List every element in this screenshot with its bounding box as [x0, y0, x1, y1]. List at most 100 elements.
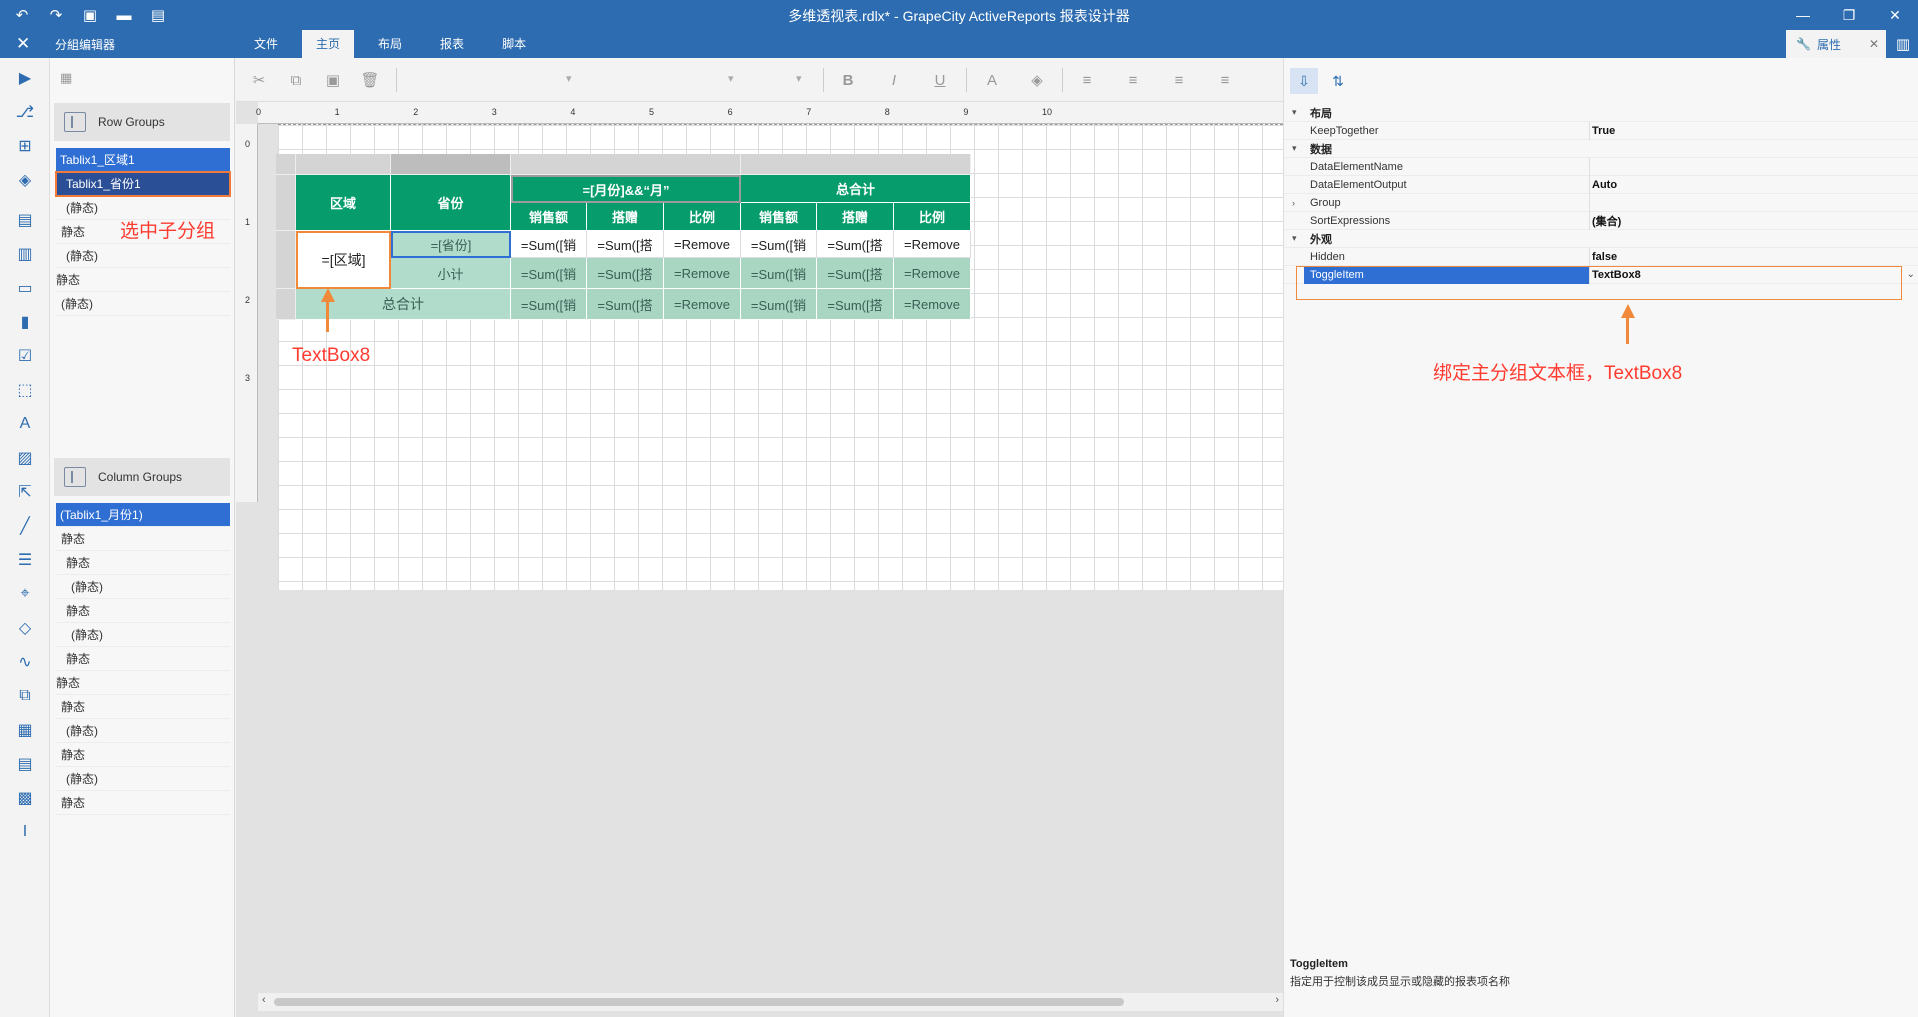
property-row[interactable]: Hidden false — [1284, 248, 1918, 266]
new-file-icon[interactable]: ▣ — [80, 5, 100, 25]
column-group-item[interactable]: (静态) — [56, 575, 230, 599]
column-group-handle[interactable] — [511, 154, 741, 175]
total-ratio[interactable]: =Remove — [664, 289, 741, 320]
italic-icon[interactable]: I — [883, 69, 905, 91]
ratio-cell[interactable]: =Remove — [664, 231, 741, 258]
tab-3[interactable]: 报表 — [426, 30, 478, 58]
delete-icon[interactable]: 🗑 — [359, 69, 381, 91]
tablix[interactable]: 区域 省份 =[月份]&&“月” 总合计 销售额 搭赠 比例 销售额 搭赠 比例… — [276, 154, 971, 320]
tab-properties[interactable]: 🔧 属性 ✕ — [1786, 30, 1886, 58]
column-group-item[interactable]: 静态 — [56, 671, 230, 695]
header-sales[interactable]: 销售额 — [511, 203, 587, 231]
total-sum-gift[interactable]: =Sum([搭 — [817, 289, 894, 320]
scroll-left-icon[interactable]: ‹ — [262, 994, 266, 1006]
header-gift[interactable]: 搭赠 — [817, 203, 894, 231]
horizontal-scrollbar[interactable]: ‹ › — [258, 993, 1283, 1011]
map-tool-icon[interactable]: ⌖ — [13, 582, 37, 606]
tablix-corner-handle[interactable] — [276, 154, 296, 175]
tab-2[interactable]: 布局 — [364, 30, 416, 58]
run-icon[interactable]: ▶ — [13, 66, 37, 90]
checkbox-tool-icon[interactable]: ☑ — [13, 344, 37, 368]
field-list-icon[interactable]: ⊞ — [13, 134, 37, 158]
formatted-text-tool-icon[interactable]: A — [13, 412, 37, 436]
expand-icon[interactable]: › — [1292, 198, 1295, 208]
property-row[interactable]: DataElementName — [1284, 158, 1918, 176]
region-textbox8[interactable]: =[区域] — [296, 231, 391, 289]
subreport-tool-icon[interactable]: ⧉ — [13, 684, 37, 708]
close-group-editor-icon[interactable]: ✕ — [16, 34, 30, 54]
row-handle[interactable] — [276, 231, 296, 289]
save-icon[interactable]: ▤ — [148, 5, 168, 25]
province-cell[interactable]: =[省份] — [391, 231, 511, 258]
sparkline-tool-icon[interactable]: ∿ — [13, 650, 37, 674]
row-group-item[interactable]: (静态) — [56, 292, 230, 316]
column-handle[interactable] — [391, 154, 511, 175]
shape-tool-icon[interactable]: ◇ — [13, 616, 37, 640]
property-value[interactable]: (集合) — [1592, 213, 1621, 229]
input-field-tool-icon[interactable]: ⇱ — [13, 480, 37, 504]
header-grand-total[interactable]: 总合计 — [741, 175, 971, 203]
subtotal-sum-gift[interactable]: =Sum([搭 — [587, 258, 664, 289]
property-row[interactable]: DataElementOutput Auto — [1284, 176, 1918, 194]
property-row[interactable]: KeepTogether True — [1284, 122, 1918, 140]
subtotal-ratio[interactable]: =Remove — [664, 258, 741, 289]
tab-0[interactable]: 文件 — [240, 30, 292, 58]
property-row[interactable]: SortExpressions (集合) — [1284, 212, 1918, 230]
property-value[interactable]: True — [1592, 125, 1615, 137]
container-tool-icon[interactable]: ⬚ — [13, 378, 37, 402]
column-group-item[interactable]: (静态) — [56, 719, 230, 743]
column-group-item[interactable]: 静态 — [56, 527, 230, 551]
header-gift[interactable]: 搭赠 — [587, 203, 664, 231]
column-group-item[interactable]: 静态 — [56, 791, 230, 815]
close-properties-icon[interactable]: ✕ — [1869, 37, 1879, 51]
header-province[interactable]: 省份 — [391, 175, 511, 231]
textbox-tool-icon[interactable]: ▤ — [13, 208, 37, 232]
column-group-item[interactable]: 静态 — [56, 551, 230, 575]
column-group-item[interactable]: (静态) — [56, 767, 230, 791]
restore-icon[interactable]: ❐ — [1826, 0, 1872, 30]
report-explorer-tree-icon[interactable]: ⎇ — [13, 100, 37, 124]
column-group-item[interactable]: 静态 — [56, 695, 230, 719]
property-value[interactable]: Auto — [1592, 179, 1617, 191]
column-group-item[interactable]: 静态 — [56, 599, 230, 623]
header-ratio[interactable]: 比例 — [894, 203, 971, 231]
sum-sales-cell[interactable]: =Sum([销 — [741, 231, 817, 258]
fill-color-icon[interactable]: ◈ — [1026, 69, 1048, 91]
cut-icon[interactable]: ✂ — [248, 69, 270, 91]
line-tool-icon[interactable]: ╱ — [13, 514, 37, 538]
header-ratio[interactable]: 比例 — [664, 203, 741, 231]
justify-icon[interactable]: ≡ — [1214, 69, 1236, 91]
undo-icon[interactable]: ↶ — [12, 5, 32, 25]
column-handle[interactable] — [741, 154, 971, 175]
scroll-right-icon[interactable]: › — [1275, 994, 1279, 1006]
subtotal-ratio[interactable]: =Remove — [894, 258, 971, 289]
property-row[interactable]: › Group — [1284, 194, 1918, 212]
alphabetical-sort-icon[interactable]: ⇅ — [1324, 68, 1352, 94]
total-ratio[interactable]: =Remove — [894, 289, 971, 320]
subtotal-cell[interactable]: 小计 — [391, 258, 511, 289]
total-sum-gift[interactable]: =Sum([搭 — [587, 289, 664, 320]
header-sales[interactable]: 销售额 — [741, 203, 817, 231]
align-left-icon[interactable]: ≡ — [1076, 69, 1098, 91]
open-folder-icon[interactable]: ▬ — [114, 5, 134, 25]
collapse-icon[interactable]: ▾ — [1292, 143, 1297, 154]
style-dropdown[interactable]: ▾ — [796, 72, 802, 85]
underline-icon[interactable]: U — [929, 69, 951, 91]
grid-icon[interactable]: ▦ — [60, 70, 72, 86]
barcode-tool-icon[interactable]: ▥ — [13, 242, 37, 266]
font-size-dropdown[interactable]: ▾ — [728, 72, 734, 85]
list-tool-icon[interactable]: ☰ — [13, 548, 37, 572]
report-explorer-icon[interactable]: ▥ — [1896, 35, 1910, 53]
scroll-thumb[interactable] — [274, 998, 1124, 1006]
total-sum-sales[interactable]: =Sum([销 — [511, 289, 587, 320]
chart-tool-icon[interactable]: ▮ — [13, 310, 37, 334]
total-sum-sales[interactable]: =Sum([销 — [741, 289, 817, 320]
minimize-icon[interactable]: — — [1780, 0, 1826, 30]
row-handle[interactable] — [276, 175, 296, 231]
header-region[interactable]: 区域 — [296, 175, 391, 231]
image-tool-icon[interactable]: ▨ — [13, 446, 37, 470]
table-tool-icon[interactable]: ▦ — [13, 718, 37, 742]
tab-4[interactable]: 脚本 — [488, 30, 540, 58]
close-icon[interactable]: ✕ — [1872, 0, 1918, 30]
subtotal-sum-sales[interactable]: =Sum([销 — [511, 258, 587, 289]
